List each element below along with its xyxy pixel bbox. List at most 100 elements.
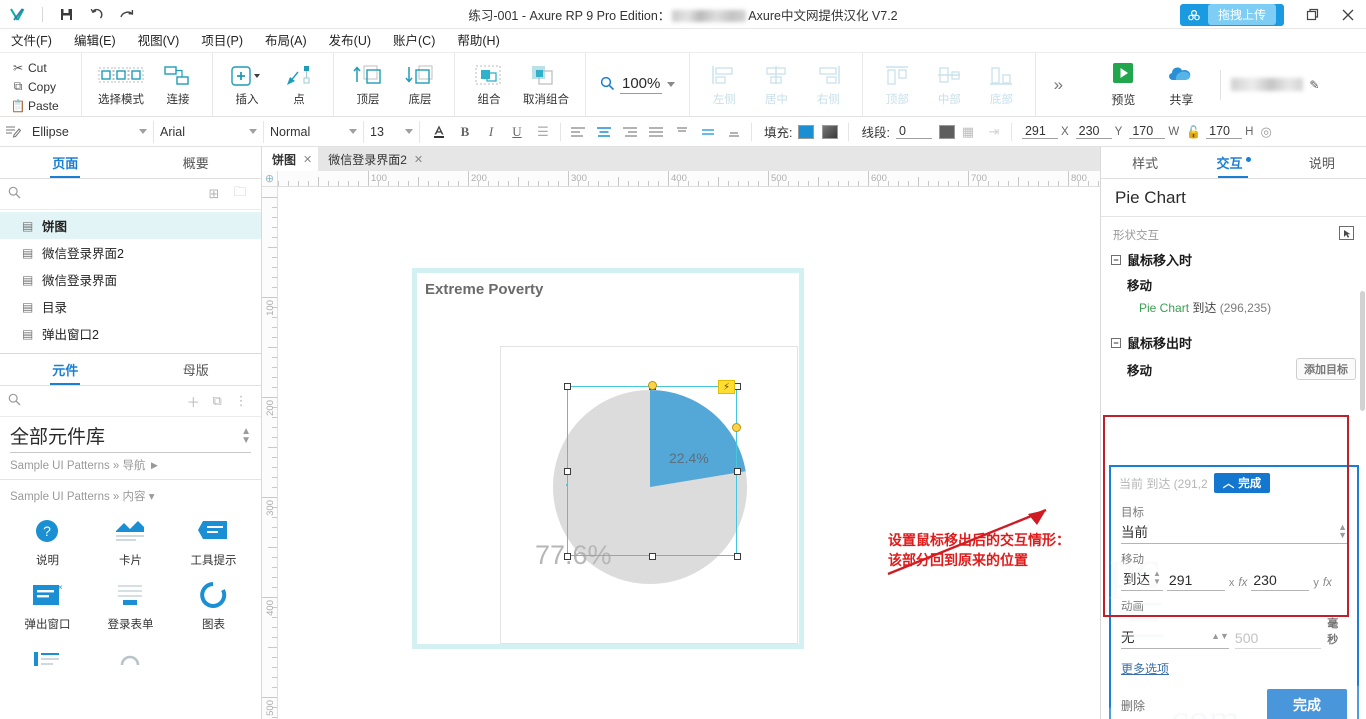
align-text-left-button[interactable] [565,121,591,143]
more-options-link[interactable]: 更多选项 [1111,649,1357,679]
widget-item-partial-2[interactable] [89,636,172,680]
add-page-icon[interactable]: ⊞ [201,186,227,202]
bullet-list-button[interactable]: ☰ [530,121,556,143]
pie-end-angle-handle[interactable] [732,423,741,432]
fill-gradient-swatch[interactable] [822,124,839,139]
action-move-leave[interactable]: 移动 添加目标 [1101,355,1366,383]
italic-button[interactable]: I [478,121,504,143]
close-icon[interactable]: ✕ [303,153,312,166]
page-item-wechat-login-2[interactable]: ▤ 微信登录界面2 [0,239,261,266]
finish-button[interactable]: 完成 [1267,689,1347,719]
move-x-input[interactable]: 291 [1166,572,1225,591]
design-canvas[interactable]: Extreme Poverty 22.4% 77.6% ⚡ 设置鼠标移出后的交互… [278,187,1100,719]
page-item-pie-chart[interactable]: ▤ 饼图 [0,212,261,239]
preview-button[interactable]: 预览 [1094,61,1152,108]
move-mode-select[interactable]: 到达 ▲ ▼ [1121,568,1163,591]
position-x-input[interactable]: 291 [1021,124,1058,139]
underline-button[interactable]: U [504,121,530,143]
valign-top-button[interactable] [669,121,695,143]
bold-button[interactable]: B [452,121,478,143]
close-icon[interactable]: ✕ [414,153,423,166]
drag-upload-button[interactable]: 拖拽上传 [1179,3,1284,26]
chevron-down-icon[interactable] [667,82,676,87]
valign-bottom-button[interactable] [721,121,747,143]
ungroup-button[interactable]: 取消组合 [515,53,577,116]
align-right-button[interactable]: 右侧 [802,53,854,116]
resize-handle-e[interactable] [734,468,741,475]
line-arrow-button[interactable]: ⇥ [981,121,1007,143]
tab-interactions[interactable]: 交互 [1189,147,1277,178]
widget-item-tooltip[interactable]: 工具提示 [172,508,255,572]
select-mode-button[interactable]: 选择模式 [90,53,152,116]
group-button[interactable]: 组合 [463,53,515,116]
more-vertical-icon[interactable]: ⋮ [229,393,253,409]
library-breadcrumb-nav[interactable]: Sample UI Patterns » 导航 ► [0,453,261,480]
action-move-enter[interactable]: 移动 [1101,272,1366,297]
resize-handle-sw[interactable] [564,553,571,560]
collapse-done-button[interactable]: ︿ 完成 [1213,473,1271,493]
page-item-wechat-login[interactable]: ▤ 微信登录界面 [0,266,261,293]
library-breadcrumb-content[interactable]: Sample UI Patterns » 内容 ▾ [0,480,261,508]
cut-button[interactable]: ✂ Cut [8,58,81,77]
valign-middle-button[interactable] [695,121,721,143]
target-field-select[interactable]: 当前 ▲ ▼ [1121,521,1347,544]
vertical-ruler[interactable]: 100 200 300 400 500 [262,187,278,719]
collapse-icon[interactable]: − [1111,254,1121,265]
event-mouse-leave[interactable]: − 鼠标移出时 [1101,330,1366,355]
line-width-input[interactable]: 0 [895,124,932,139]
resize-handle-nw[interactable] [564,383,571,390]
widget-item-chart[interactable]: 图表 [172,572,255,636]
selection-rect[interactable] [567,386,737,556]
stepper-icon[interactable]: ▲▼ [1153,570,1161,586]
send-to-back-button[interactable]: 底层 [394,53,446,116]
align-middle-button[interactable]: 中部 [923,53,975,116]
plus-icon[interactable]: ＋ [181,392,205,411]
undo-icon[interactable] [81,0,111,29]
tab-outline[interactable]: 概要 [131,147,262,178]
resize-handle-ne[interactable] [734,383,741,390]
tab-pages[interactable]: 页面 [0,147,131,178]
align-left-button[interactable]: 左侧 [698,53,750,116]
point-button[interactable]: 点 [273,53,325,116]
align-text-right-button[interactable] [617,121,643,143]
page-item-directory[interactable]: ▤ 目录 [0,293,261,320]
size-height-input[interactable]: 170 [1206,124,1243,139]
align-text-center-button[interactable] [591,121,617,143]
doc-tab-pie-chart[interactable]: 饼图 ✕ [262,147,319,171]
toolbar-overflow-button[interactable]: » [1036,53,1080,116]
align-bottom-button[interactable]: 底部 [975,53,1027,116]
interaction-bolt-icon[interactable]: ⚡ [718,380,735,394]
font-style-select[interactable]: Normal [264,120,364,143]
pie-start-angle-handle[interactable] [648,381,657,390]
menu-layout[interactable]: 布局(A) [254,29,318,53]
tab-widgets[interactable]: 元件 [0,354,131,385]
menu-publish[interactable]: 发布(U) [318,29,382,53]
connect-button[interactable]: 连接 [152,53,204,116]
lock-open-icon[interactable]: 🔓 [1186,125,1201,139]
close-window-icon[interactable] [1330,0,1366,29]
widget-item-card[interactable]: 卡片 [89,508,172,572]
interactions-scrollbar[interactable] [1360,291,1365,411]
edit-account-icon[interactable]: ✎ [1309,78,1319,92]
align-top-button[interactable]: 顶部 [871,53,923,116]
stepper-icon[interactable]: ▲▼ [241,426,251,445]
size-width-input[interactable]: 170 [1129,124,1166,139]
page-item-popup-2[interactable]: ▤ 弹出窗口2 [0,320,261,347]
fill-color-swatch[interactable] [798,124,815,139]
tab-style[interactable]: 样式 [1101,147,1189,178]
tab-masters[interactable]: 母版 [131,354,262,385]
menu-account[interactable]: 账户(C) [382,29,446,53]
pages-search-input[interactable] [28,187,201,201]
eye-icon[interactable]: ◎ [1260,124,1271,140]
horizontal-ruler[interactable]: 100 200 300 400 500 600 700 800 [262,171,1100,187]
line-style-button[interactable]: ▦ [955,121,981,143]
widget-item-partial-3[interactable] [172,636,255,680]
add-folder-icon[interactable]: 🗀 [227,183,253,205]
animation-duration-input[interactable]: 500 [1234,630,1322,649]
shape-type-select[interactable]: Ellipse [26,120,154,143]
zoom-value[interactable]: 100% [620,75,663,94]
animation-type-select[interactable]: 无 ▲▼ [1121,626,1229,649]
menu-project[interactable]: 项目(P) [190,29,254,53]
menu-help[interactable]: 帮助(H) [446,29,510,53]
menu-file[interactable]: 文件(F) [0,29,63,53]
